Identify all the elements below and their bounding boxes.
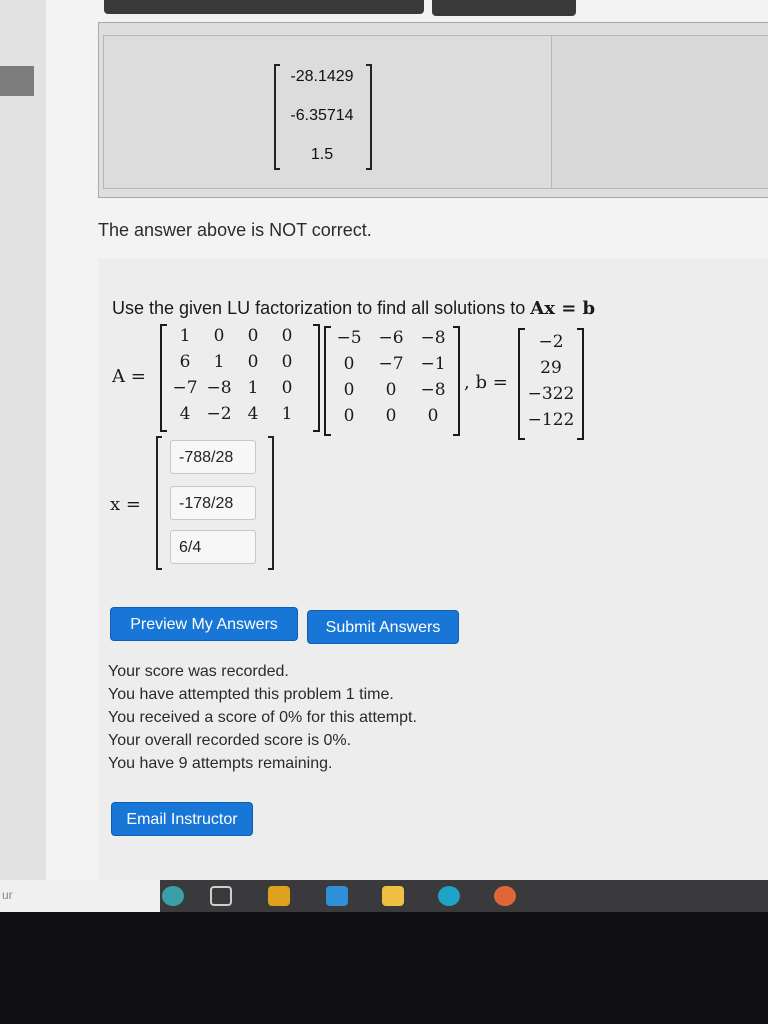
- taskbar-search-area[interactable]: ur: [0, 880, 160, 912]
- u-matrix-entry: 0: [385, 380, 397, 400]
- result-line: You have 9 attempts remaining.: [108, 755, 333, 772]
- u-matrix-entry: −5: [336, 328, 362, 348]
- l-matrix-entry: −2: [206, 404, 232, 424]
- answer-input-x1[interactable]: -788/28: [170, 440, 256, 474]
- u-matrix-entry: 0: [385, 406, 397, 426]
- result-line: You received a score of 0% for this atte…: [108, 709, 417, 726]
- l-matrix-entry: 1: [179, 326, 191, 346]
- previous-answer-table: [98, 22, 768, 198]
- upper-triangular-matrix: −5 −6 −8 0 −7 −1 0 0 −8 0 0 0: [324, 326, 460, 436]
- l-matrix-entry: 6: [179, 352, 191, 372]
- b-vector-entry: −2: [538, 332, 564, 352]
- previous-value: -28.1429: [290, 68, 354, 85]
- l-matrix-entry: −8: [206, 378, 232, 398]
- previous-value: 1.5: [310, 146, 334, 163]
- score-result: Your score was recorded. You have attemp…: [108, 660, 417, 775]
- store-icon[interactable]: [268, 886, 290, 906]
- b-vector-entry: −122: [527, 410, 575, 430]
- right-bracket: [453, 326, 460, 436]
- l-matrix-entry: 4: [247, 404, 259, 424]
- previous-answer-vector: -28.1429 -6.35714 1.5: [274, 64, 372, 170]
- u-matrix-entry: −6: [378, 328, 404, 348]
- left-strip: [0, 0, 46, 880]
- lower-triangular-matrix: 1 0 0 0 6 1 0 0 −7 −8 1 0 4 −2 4 1: [160, 324, 320, 432]
- top-button-left[interactable]: [104, 0, 424, 14]
- file-explorer-icon[interactable]: [382, 886, 404, 906]
- left-bracket: [156, 436, 162, 570]
- app-icon[interactable]: [494, 886, 516, 906]
- u-matrix-entry: 0: [343, 406, 355, 426]
- solution-vector: -788/28 -178/28 6/4: [156, 436, 274, 570]
- mail-icon[interactable]: [326, 886, 348, 906]
- answer-input-x3[interactable]: 6/4: [170, 530, 256, 564]
- u-matrix-entry: 0: [343, 354, 355, 374]
- l-matrix-entry: −7: [172, 378, 198, 398]
- l-matrix-entry: 1: [213, 352, 225, 372]
- result-line: Your score was recorded.: [108, 663, 289, 680]
- preview-answers-button[interactable]: Preview My Answers: [110, 607, 298, 641]
- top-button-right[interactable]: [432, 0, 576, 16]
- l-matrix-entry: 4: [179, 404, 191, 424]
- submit-answers-button[interactable]: Submit Answers: [307, 610, 459, 644]
- matrix-a-label: A =: [112, 366, 146, 387]
- l-matrix-entry: 0: [281, 378, 293, 398]
- right-bracket: [313, 324, 320, 432]
- answer-preview-cell: [551, 35, 768, 189]
- result-line: Your overall recorded score is 0%.: [108, 732, 352, 749]
- u-matrix-entry: 0: [427, 406, 439, 426]
- statement-text: Use the given LU factorization to find a…: [112, 298, 531, 318]
- taskbar: ur: [0, 880, 768, 912]
- left-bracket: [160, 324, 167, 432]
- l-matrix-entry: 1: [247, 378, 259, 398]
- problem-statement: Use the given LU factorization to find a…: [112, 298, 595, 319]
- b-vector-entry: 29: [540, 358, 562, 378]
- u-matrix-entry: −8: [420, 328, 446, 348]
- result-line: You have attempted this problem 1 time.: [108, 686, 394, 703]
- monitor-screen: -28.1429 -6.35714 1.5 The answer above i…: [0, 0, 768, 912]
- incorrect-message: The answer above is NOT correct.: [98, 220, 372, 240]
- u-matrix-entry: −7: [378, 354, 404, 374]
- u-matrix-entry: −1: [420, 354, 446, 374]
- vector-b-label: , b =: [464, 372, 508, 393]
- edge-icon[interactable]: [438, 886, 460, 906]
- weather-icon[interactable]: [162, 886, 184, 906]
- l-matrix-entry: 0: [213, 326, 225, 346]
- l-matrix-entry: 0: [281, 326, 293, 346]
- b-vector-entry: −322: [527, 384, 575, 404]
- answer-input-x2[interactable]: -178/28: [170, 486, 256, 520]
- l-matrix-entry: 1: [281, 404, 293, 424]
- l-matrix-entry: 0: [247, 352, 259, 372]
- email-instructor-button[interactable]: Email Instructor: [111, 802, 253, 836]
- vector-x-label: x =: [110, 494, 141, 515]
- vector-b: −2 29 −322 −122: [518, 328, 584, 440]
- right-bracket: [268, 436, 274, 570]
- u-matrix-entry: −8: [420, 380, 446, 400]
- u-matrix-entry: 0: [343, 380, 355, 400]
- task-view-icon[interactable]: [210, 886, 232, 906]
- l-matrix-entry: 0: [247, 326, 259, 346]
- left-side-tab[interactable]: [0, 66, 34, 96]
- l-matrix-entry: 0: [281, 352, 293, 372]
- previous-value: -6.35714: [290, 107, 354, 124]
- taskbar-hint-text: ur: [2, 888, 13, 902]
- statement-equation: Ax = b: [530, 298, 596, 319]
- monitor-bezel: [0, 912, 768, 1024]
